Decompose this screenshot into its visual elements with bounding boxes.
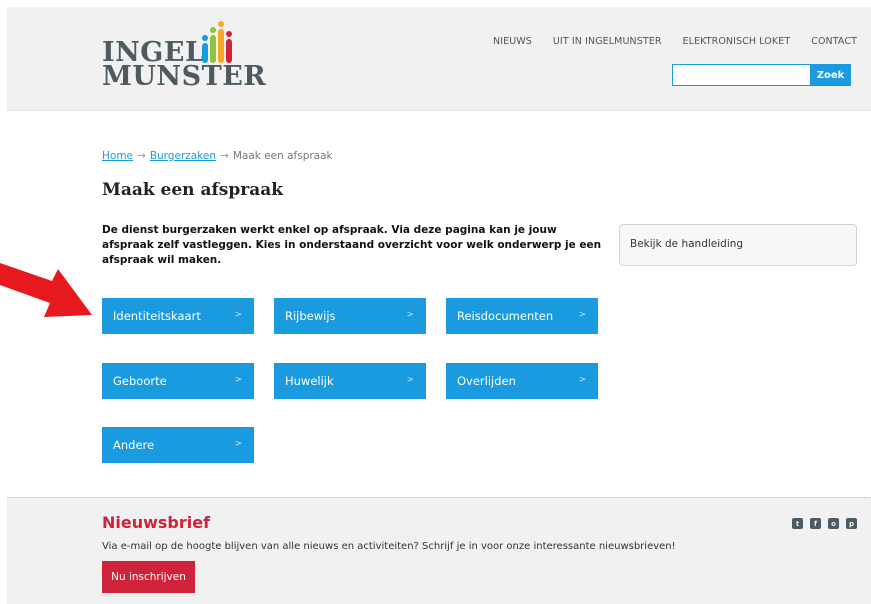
tile-label: Identiteitskaart	[113, 309, 201, 323]
social-links: t f o p	[792, 518, 857, 529]
logo-wordmark: INGEL MUNSTER	[102, 39, 267, 92]
tile-label: Geboorte	[113, 374, 167, 388]
chevron-right-icon: >	[578, 310, 586, 320]
tile-label: Huwelijk	[285, 374, 334, 388]
logo-bars-icon	[202, 21, 240, 63]
search-button[interactable]: Zoek	[810, 64, 851, 86]
breadcrumb-arrow-icon: →	[137, 150, 146, 162]
tile-huwelijk[interactable]: Huwelijk >	[274, 363, 426, 399]
logo-line-2: MUNSTER	[102, 61, 267, 92]
search-input[interactable]	[672, 64, 810, 86]
red-arrow-icon	[0, 263, 92, 317]
tile-overlijden[interactable]: Overlijden >	[446, 363, 598, 399]
tile-andere[interactable]: Andere >	[102, 427, 254, 463]
breadcrumb-home[interactable]: Home	[102, 150, 133, 162]
breadcrumb: Home → Burgerzaken → Maak een afspraak	[102, 150, 333, 162]
chevron-right-icon: >	[406, 310, 414, 320]
subscribe-button[interactable]: Nu inschrijven	[102, 561, 195, 593]
chevron-right-icon: >	[234, 375, 242, 385]
breadcrumb-arrow-icon: →	[220, 150, 229, 162]
tile-label: Overlijden	[457, 374, 516, 388]
tile-label: Rijbewijs	[285, 309, 336, 323]
chevron-right-icon: >	[578, 375, 586, 385]
breadcrumb-current: Maak een afspraak	[232, 150, 333, 162]
nav-elektronisch-loket[interactable]: ELEKTRONISCH LOKET	[683, 36, 791, 47]
newsletter-text: Via e-mail op de hoogte blijven van alle…	[102, 541, 676, 552]
site-header: INGEL MUNSTER NIEUWS UIT IN INGELMUNSTER…	[7, 7, 871, 111]
page-title: Maak een afspraak	[102, 180, 284, 200]
search-form: Zoek	[672, 64, 851, 86]
intro-text: De dienst burgerzaken werkt enkel op afs…	[102, 224, 602, 266]
instagram-icon[interactable]: o	[828, 518, 839, 529]
tile-reisdocumenten[interactable]: Reisdocumenten >	[446, 298, 598, 334]
nav-nieuws[interactable]: NIEUWS	[493, 36, 532, 47]
tile-label: Reisdocumenten	[457, 309, 554, 323]
facebook-icon[interactable]: f	[810, 518, 821, 529]
tile-label: Andere	[113, 438, 155, 452]
tile-identiteitskaart[interactable]: Identiteitskaart >	[102, 298, 254, 334]
breadcrumb-burgerzaken[interactable]: Burgerzaken	[150, 150, 216, 162]
nav-contact[interactable]: CONTACT	[811, 36, 857, 47]
twitter-icon[interactable]: t	[792, 518, 803, 529]
chevron-right-icon: >	[406, 375, 414, 385]
chevron-right-icon: >	[234, 310, 242, 320]
chevron-right-icon: >	[234, 439, 242, 449]
manual-link[interactable]: Bekijk de handleiding	[619, 224, 857, 266]
top-navigation: NIEUWS UIT IN INGELMUNSTER ELEKTRONISCH …	[493, 36, 857, 47]
newsletter-section: Nieuwsbrief Via e-mail op de hoogte blij…	[7, 497, 871, 604]
tile-geboorte[interactable]: Geboorte >	[102, 363, 254, 399]
pinterest-icon[interactable]: p	[846, 518, 857, 529]
newsletter-title: Nieuwsbrief	[102, 513, 211, 532]
nav-uit-in-ingelmunster[interactable]: UIT IN INGELMUNSTER	[553, 36, 662, 47]
tile-rijbewijs[interactable]: Rijbewijs >	[274, 298, 426, 334]
